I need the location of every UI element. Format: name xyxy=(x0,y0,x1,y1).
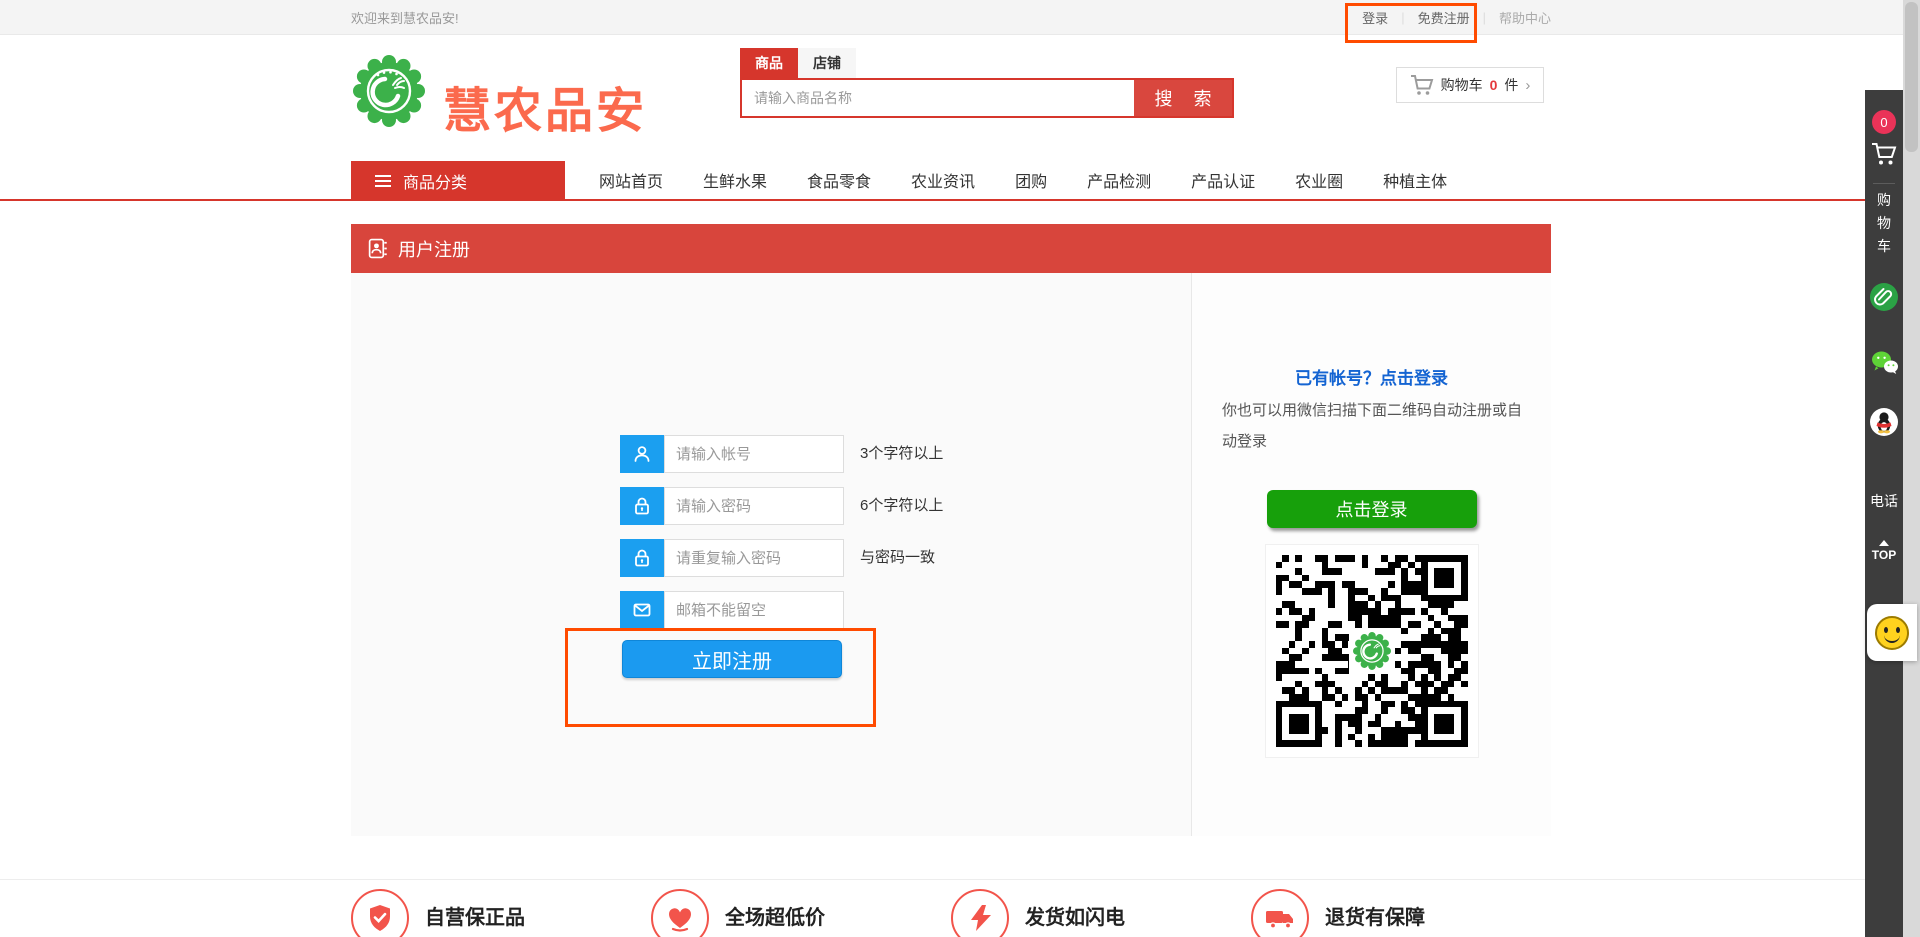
welcome-text: 欢迎来到慧农品安! xyxy=(351,8,459,27)
user-card-icon xyxy=(367,238,388,259)
footer-item-returns: 退货有保障 xyxy=(1251,889,1551,937)
qr-center-logo-icon xyxy=(1349,628,1395,674)
search-input[interactable] xyxy=(742,80,1134,116)
sidebar-cart-label[interactable]: 购物车 xyxy=(1876,189,1892,258)
register-banner: 用户注册 xyxy=(351,224,1551,273)
password-input[interactable] xyxy=(664,487,844,525)
wechat-qr-code xyxy=(1266,545,1478,757)
footer-item-genuine: 自营保正品 xyxy=(351,889,651,937)
arrow-up-icon xyxy=(1879,540,1889,546)
footer-title: 自营保正品 xyxy=(425,901,630,930)
nav-item-growers[interactable]: 种植主体 xyxy=(1363,168,1467,192)
mail-icon xyxy=(620,591,664,629)
brand-logo-icon[interactable] xyxy=(353,55,425,127)
footer-title: 发货如闪电 xyxy=(1025,901,1230,930)
divider xyxy=(1873,183,1895,184)
nav-item-snacks[interactable]: 食品零食 xyxy=(787,168,891,192)
category-menu-button[interactable]: 商品分类 xyxy=(351,161,565,201)
account-input[interactable] xyxy=(664,435,844,473)
scrollbar-thumb[interactable] xyxy=(1905,2,1918,152)
footer-title: 退货有保障 xyxy=(1325,901,1530,930)
wechat-icon[interactable] xyxy=(1870,349,1899,376)
service-footer: 自营保正品 全场超低价 发货如 xyxy=(0,879,1920,937)
top-label: TOP xyxy=(1872,548,1896,562)
click-login-button[interactable]: 点击登录 xyxy=(1267,490,1477,528)
register-submit-button[interactable]: 立即注册 xyxy=(622,640,842,678)
lightning-icon xyxy=(951,889,1009,937)
floating-sidebar: 0 购物车 电话 TOP xyxy=(1865,90,1903,937)
shield-check-icon xyxy=(351,889,409,937)
confirm-password-input[interactable] xyxy=(664,539,844,577)
nav-item-home[interactable]: 网站首页 xyxy=(579,168,683,192)
nav-item-group-buy[interactable]: 团购 xyxy=(995,168,1067,192)
email-field-row xyxy=(620,591,860,629)
search-tab-goods[interactable]: 商品 xyxy=(740,48,798,78)
smiley-face-icon xyxy=(1875,616,1909,650)
site-header: 慧农品安 商品 店铺 搜 索 购物车 0 件 › xyxy=(0,35,1920,161)
nav-item-product-testing[interactable]: 产品检测 xyxy=(1067,168,1171,192)
login-aside: 已有帐号？点击登录 你也可以用微信扫描下面二维码自动注册或自动登录 点击登录 xyxy=(1192,273,1551,836)
brand-name[interactable]: 慧农品安 xyxy=(443,71,647,141)
customer-service-button[interactable] xyxy=(1867,604,1917,661)
hamburger-icon xyxy=(375,172,391,190)
topbar-links: 登录 | 免费注册 | 帮助中心 xyxy=(1362,8,1551,27)
sidebar-cart-icon[interactable] xyxy=(1871,142,1897,166)
login-link[interactable]: 登录 xyxy=(1362,8,1388,27)
search-module: 商品 店铺 搜 索 xyxy=(740,48,1234,118)
confirm-password-field-row: 与密码一致 xyxy=(620,539,935,577)
footer-item-fast-shipping: 发货如闪电 xyxy=(951,889,1251,937)
nav-item-agri-circle[interactable]: 农业圈 xyxy=(1275,168,1363,192)
qq-icon[interactable] xyxy=(1870,408,1898,436)
have-account-login-link[interactable]: 已有帐号？点击登录 xyxy=(1192,364,1551,389)
sidebar-cart-badge: 0 xyxy=(1872,110,1896,134)
nav-item-certification[interactable]: 产品认证 xyxy=(1171,168,1275,192)
register-module: 用户注册 3个字符以上 xyxy=(351,224,1551,836)
divider: | xyxy=(1483,10,1486,25)
cart-icon xyxy=(1410,74,1434,96)
heart-icon xyxy=(651,889,709,937)
nav-item-fresh-fruit[interactable]: 生鲜水果 xyxy=(683,168,787,192)
password-hint: 6个字符以上 xyxy=(860,487,943,525)
wechat-scan-description: 你也可以用微信扫描下面二维码自动注册或自动登录 xyxy=(1222,395,1523,457)
nav-item-agri-news[interactable]: 农业资讯 xyxy=(891,168,995,192)
confirm-password-hint: 与密码一致 xyxy=(860,539,935,577)
password-field-row: 6个字符以上 xyxy=(620,487,943,525)
help-center-link[interactable]: 帮助中心 xyxy=(1499,8,1551,27)
truck-icon xyxy=(1251,889,1309,937)
lock-icon xyxy=(620,539,664,577)
cart-label: 购物车 xyxy=(1441,75,1483,95)
nav-items: 网站首页 生鲜水果 食品零食 农业资讯 团购 产品检测 产品认证 农业圈 种植主… xyxy=(579,161,1467,199)
search-tab-shops[interactable]: 店铺 xyxy=(798,48,856,78)
account-hint: 3个字符以上 xyxy=(860,435,943,473)
register-title: 用户注册 xyxy=(398,236,470,262)
footer-item-low-price: 全场超低价 xyxy=(651,889,951,937)
topbar: 欢迎来到慧农品安! 登录 | 免费注册 | 帮助中心 xyxy=(0,0,1920,35)
sidebar-phone-label[interactable]: 电话 xyxy=(1865,491,1903,511)
cart-unit: 件 xyxy=(1504,75,1518,95)
green-paperclip-icon[interactable] xyxy=(1870,283,1898,311)
header-cart-button[interactable]: 购物车 0 件 › xyxy=(1396,67,1544,103)
email-input[interactable] xyxy=(664,591,844,629)
main-nav: 商品分类 网站首页 生鲜水果 食品零食 农业资讯 团购 产品检测 产品认证 农业… xyxy=(0,161,1920,201)
divider: | xyxy=(1401,10,1404,25)
user-icon xyxy=(620,435,664,473)
search-button[interactable]: 搜 索 xyxy=(1134,80,1232,116)
category-label: 商品分类 xyxy=(403,169,467,193)
page: 欢迎来到慧农品安! 登录 | 免费注册 | 帮助中心 xyxy=(0,0,1920,937)
footer-title: 全场超低价 xyxy=(725,901,930,930)
cart-count: 0 xyxy=(1490,77,1498,93)
register-link[interactable]: 免费注册 xyxy=(1418,8,1470,27)
register-form: 3个字符以上 6个字符以上 xyxy=(351,273,1192,836)
lock-icon xyxy=(620,487,664,525)
back-to-top-button[interactable]: TOP xyxy=(1865,540,1903,562)
account-field-row: 3个字符以上 xyxy=(620,435,943,473)
chevron-right-icon: › xyxy=(1525,77,1530,94)
